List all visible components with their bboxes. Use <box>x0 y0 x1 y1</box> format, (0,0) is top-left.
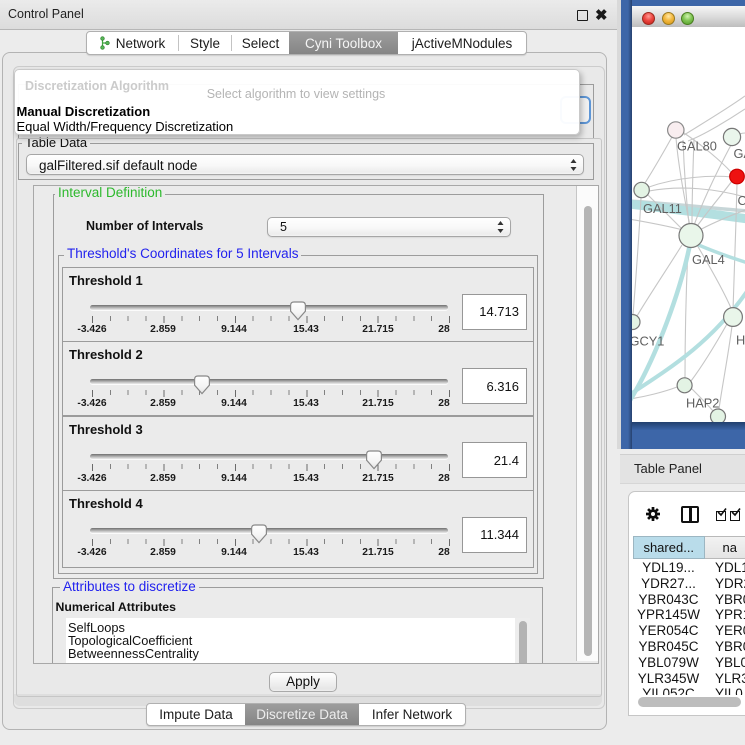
svg-text:GAL80: GAL80 <box>677 139 717 154</box>
svg-text:GCY1: GCY1 <box>632 334 664 349</box>
svg-text:HAP2: HAP2 <box>686 396 719 411</box>
svg-text:GAL11: GAL11 <box>643 201 682 216</box>
svg-text:GAL4: GAL4 <box>692 252 725 267</box>
svg-text:H: H <box>736 333 745 348</box>
svg-text:C: C <box>738 193 745 208</box>
svg-text:GA: GA <box>734 146 745 161</box>
